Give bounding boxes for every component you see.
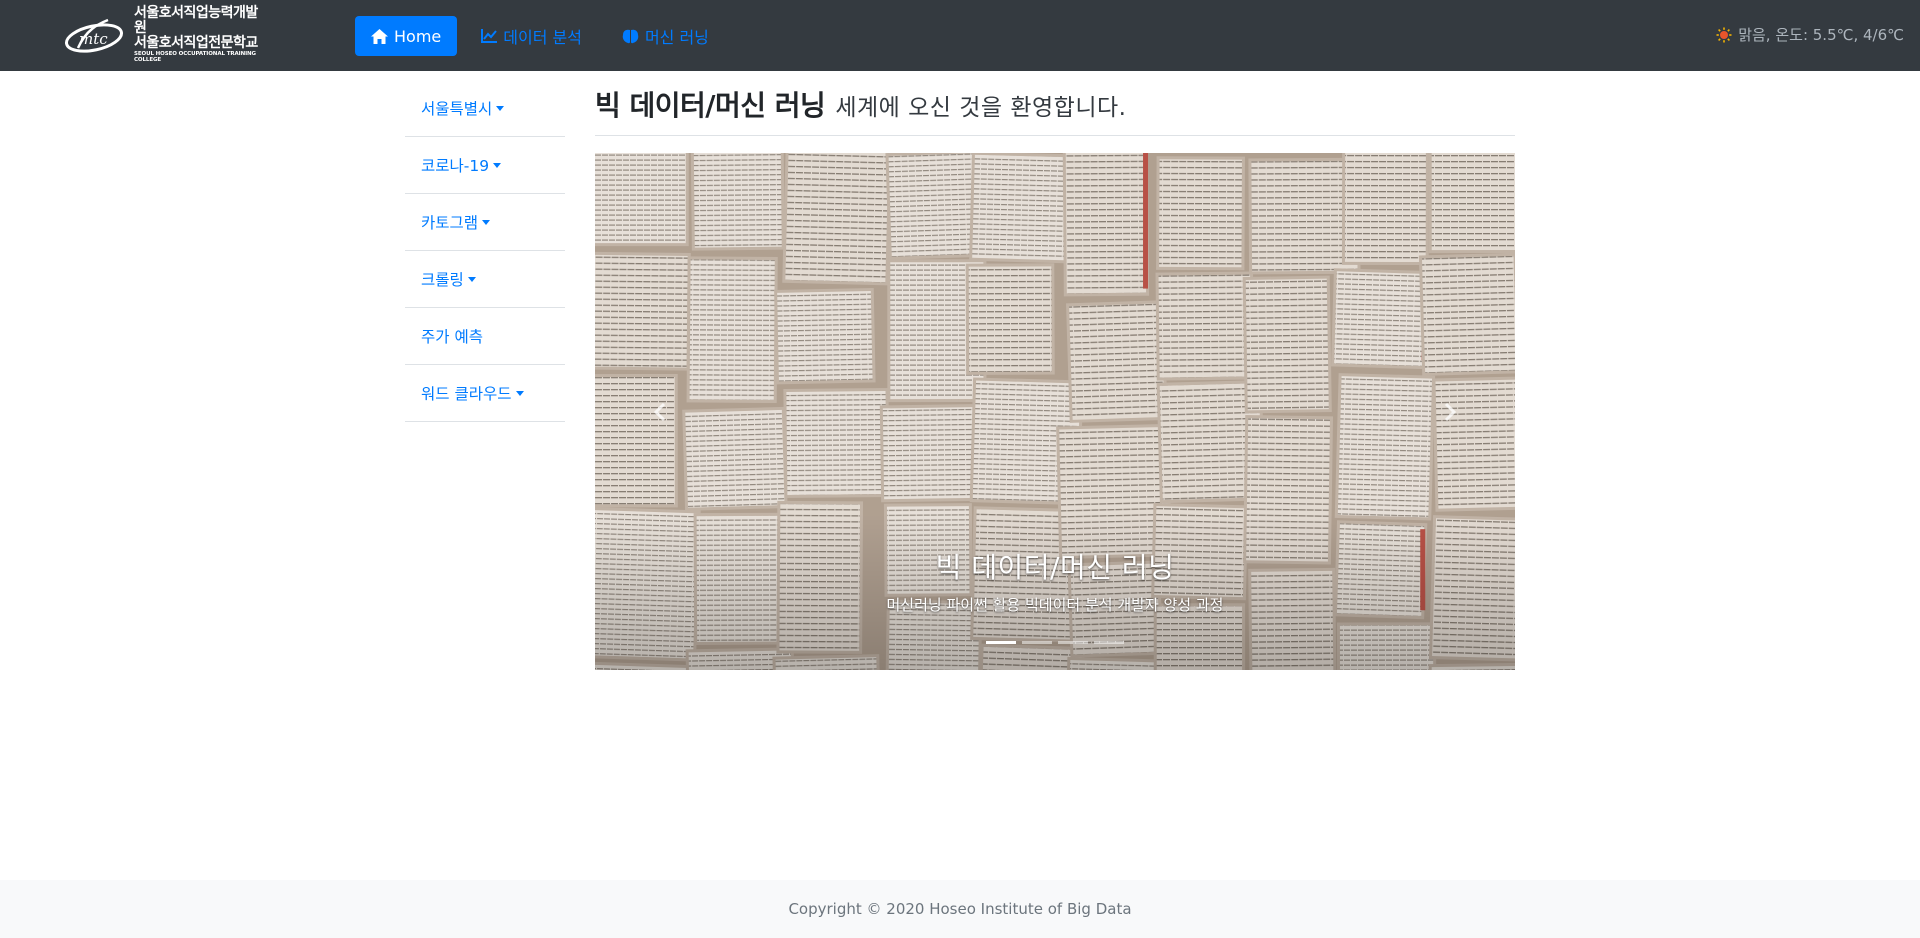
nav-machine-learning[interactable]: 머신 러닝 bbox=[606, 16, 725, 56]
page-title: 빅 데이터/머신 러닝 세계에 오신 것을 환영합니다. bbox=[595, 84, 1515, 136]
home-icon bbox=[371, 28, 388, 44]
nav-home-label: Home bbox=[394, 26, 442, 46]
carousel-caption-title: 빅 데이터/머신 러닝 bbox=[935, 551, 1175, 584]
carousel-indicator[interactable] bbox=[1094, 641, 1124, 644]
caret-down-icon bbox=[515, 390, 524, 396]
carousel-indicator[interactable] bbox=[1022, 641, 1052, 644]
caret-down-icon bbox=[482, 219, 491, 225]
sidebar-item-seoul[interactable]: 서울특별시 bbox=[405, 80, 565, 137]
sun-icon bbox=[1716, 27, 1732, 42]
sidebar-item-label: 코로나-19 bbox=[421, 157, 490, 175]
nav-home[interactable]: Home bbox=[355, 16, 458, 56]
carousel-caption-text: 머신러닝 파이썬 활용 빅데이터 분석 개발자 양성 과정 bbox=[886, 596, 1224, 614]
page-title-bold: 빅 데이터/머신 러닝 bbox=[595, 89, 826, 122]
brand-logo[interactable]: mtc 서울호서직업능력개발원 서울호서직업전문학교 SEOUL HOSEO O… bbox=[64, 6, 259, 63]
hero-carousel: 빅 데이터/머신 러닝 머신러닝 파이썬 활용 빅데이터 분석 개발자 양성 과… bbox=[595, 153, 1515, 670]
logo-emblem-icon: mtc bbox=[64, 10, 128, 60]
chevron-right-icon bbox=[1444, 402, 1457, 421]
brand-line-1: 서울호서직업능력개발원 bbox=[134, 5, 258, 36]
weather-status: 맑음, 온도: 5.5℃, 4/6℃ bbox=[1716, 24, 1904, 45]
sidebar-item-label: 크롤링 bbox=[421, 271, 464, 289]
carousel-caption: 빅 데이터/머신 러닝 머신러닝 파이썬 활용 빅데이터 분석 개발자 양성 과… bbox=[595, 546, 1515, 615]
carousel-indicator[interactable] bbox=[1058, 641, 1088, 644]
sidebar-item-crawling[interactable]: 크롤링 bbox=[405, 251, 565, 308]
carousel-indicators bbox=[595, 641, 1515, 644]
nav-data-analysis[interactable]: 데이터 분석 bbox=[465, 16, 598, 56]
sidebar-item-word-cloud[interactable]: 워드 클라우드 bbox=[405, 365, 565, 422]
brand-line-2: 서울호서직업전문학교 bbox=[134, 34, 258, 51]
page-title-subtitle: 세계에 오신 것을 환영합니다. bbox=[835, 95, 1127, 121]
carousel-indicator[interactable] bbox=[986, 641, 1016, 644]
sidebar-menu: 서울특별시 코로나-19 카토그램 크롤링 주가 예측 워드 클라우드 bbox=[405, 80, 565, 422]
caret-down-icon bbox=[467, 276, 476, 282]
sidebar-item-label: 서울특별시 bbox=[421, 100, 493, 118]
sidebar-item-stock-prediction[interactable]: 주가 예측 bbox=[405, 308, 565, 365]
nav-data-analysis-label: 데이터 분석 bbox=[503, 28, 582, 47]
top-navbar: mtc 서울호서직업능력개발원 서울호서직업전문학교 SEOUL HOSEO O… bbox=[0, 0, 1920, 71]
footer: Copyright © 2020 Hoseo Institute of Big … bbox=[0, 880, 1920, 938]
svg-text:mtc: mtc bbox=[79, 30, 108, 48]
main-nav: Home 데이터 분석 머신 러닝 bbox=[355, 16, 733, 56]
sidebar-item-covid19[interactable]: 코로나-19 bbox=[405, 137, 565, 194]
sidebar-item-label: 주가 예측 bbox=[421, 328, 483, 346]
sidebar-item-label: 워드 클라우드 bbox=[421, 385, 512, 403]
footer-copyright: Copyright © 2020 Hoseo Institute of Big … bbox=[788, 900, 1132, 918]
weather-text: 맑음, 온도: 5.5℃, 4/6℃ bbox=[1738, 26, 1904, 44]
chevron-left-icon bbox=[653, 402, 666, 421]
caret-down-icon bbox=[496, 105, 505, 111]
brand-text: 서울호서직업능력개발원 서울호서직업전문학교 SEOUL HOSEO OCCUP… bbox=[134, 6, 259, 64]
line-chart-icon bbox=[481, 29, 498, 43]
caret-down-icon bbox=[493, 162, 502, 168]
brain-icon bbox=[622, 29, 639, 43]
sidebar-item-label: 카토그램 bbox=[421, 214, 479, 232]
sidebar-item-cartogram[interactable]: 카토그램 bbox=[405, 194, 565, 251]
nav-machine-learning-label: 머신 러닝 bbox=[644, 28, 709, 47]
brand-line-3: SEOUL HOSEO OCCUPATIONAL TRAINING COLLEG… bbox=[134, 51, 256, 64]
